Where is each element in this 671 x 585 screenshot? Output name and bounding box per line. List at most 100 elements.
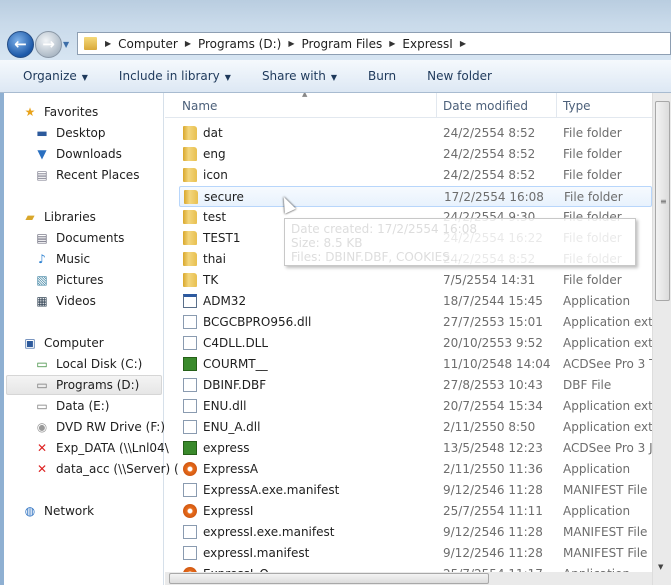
back-button[interactable]: ← [7,31,34,58]
nav-item[interactable]: ✕ Exp_DATA (\\Lnl04\ [34,438,169,458]
file-type: Application extension [563,399,652,413]
forward-button[interactable]: → [35,31,62,58]
forward-arrow-icon: → [42,35,55,53]
nav-label: Network [44,504,95,518]
address-bar[interactable]: ▶ Computer ▶ Programs (D:) ▶ Program Files… [77,32,671,55]
acdsee-icon [183,441,197,455]
file-row[interactable]: expressI.exe.manifest 9/12/2546 11:28 MANI… [179,522,652,543]
nav-item[interactable]: ▭ Data (E:) [34,396,109,416]
file-type: File folder [563,273,622,287]
breadcrumb-expressi[interactable]: ExpressI [402,37,452,51]
horizontal-scrollbar-thumb[interactable] [169,573,489,584]
recent-pages-dropdown[interactable]: ▼ [63,40,69,49]
column-name[interactable]: Name [182,99,217,113]
file-date: 18/7/2544 15:45 [443,294,543,308]
file-row[interactable]: eng 24/2/2554 8:52 File folder [179,144,652,165]
nav-label: Favorites [44,105,99,119]
organize-button[interactable]: Organize ▼ [23,69,88,83]
new-folder-button[interactable]: New folder [427,69,492,83]
file-row[interactable]: COURMT__ 11/10/2548 14:04 ACDSee Pro 3 TTF [179,354,652,375]
nav-item-label: Programs (D:) [56,378,140,392]
file-row[interactable]: express 13/5/2548 12:23 ACDSee Pro 3 JPG [179,438,652,459]
star-icon: ★ [24,105,36,119]
nav-item[interactable]: ◉ DVD RW Drive (F:) [34,417,165,437]
nav-item-label: Videos [56,294,96,308]
breadcrumb-programs-d[interactable]: Programs (D:) [198,37,281,51]
nav-network[interactable]: ◍ Network [22,501,94,521]
nav-favorites[interactable]: ★ Favorites [22,102,99,122]
nav-item[interactable]: ▦ Videos [34,291,96,311]
nav-item[interactable]: ▬ Desktop [34,123,105,143]
scroll-down-arrow-icon[interactable]: ▼ [658,563,663,571]
file-list: Name ▲ Date modified Type dat 24/2/2554 8… [165,93,652,585]
application-icon [183,294,197,308]
videos-icon: ▦ [36,294,48,308]
file-date: 24/2/2554 8:52 [443,168,536,182]
nav-item-label: data_acc (\\Server) ( [56,462,179,476]
file-row[interactable]: BCGCBPRO956.dll 27/7/2553 15:01 Applicatio… [179,312,652,333]
organize-label: Organize [23,69,77,83]
file-row[interactable]: ENU_A.dll 2/11/2550 8:50 Application exten… [179,417,652,438]
scrollbar-thumb[interactable]: ≡ [655,101,670,301]
nav-item[interactable]: ✕ data_acc (\\Server) ( [34,459,179,479]
horizontal-scrollbar[interactable] [165,572,652,585]
file-date: 27/8/2553 10:43 [443,378,543,392]
nav-item[interactable]: ♪ Music [34,249,90,269]
chevron-right-icon[interactable]: ▶ [105,39,111,48]
share-label: Share with [261,69,326,83]
file-type: Application [563,462,631,476]
include-in-library-button[interactable]: Include in library ▼ [119,69,231,83]
chevron-right-icon[interactable]: ▶ [460,39,466,48]
chevron-right-icon[interactable]: ▶ [288,39,294,48]
file-row[interactable]: expressI.manifest 9/12/2546 11:28 MANIFEST… [179,543,652,564]
file-row[interactable]: ExpressA.exe.manifest 9/12/2546 11:28 MANI… [179,480,652,501]
file-name: TK [203,273,219,287]
nav-item[interactable]: ▤ Documents [34,228,124,248]
file-name: DBINF.DBF [203,378,267,392]
nav-item-label: Pictures [56,273,104,287]
column-type[interactable]: Type [563,99,591,113]
file-name: ENU.dll [203,399,247,413]
file-name: eng [203,147,226,161]
nav-computer[interactable]: ▣ Computer [22,333,104,353]
file-row[interactable]: secure 17/2/2554 16:08 File folder [179,186,652,207]
application-icon [183,504,197,518]
pictures-icon: ▧ [36,273,48,287]
breadcrumb-computer[interactable]: Computer [118,37,178,51]
nav-item-label: Recent Places [56,168,140,182]
nav-item[interactable]: ▭ Programs (D:) [6,375,162,395]
file-type: MANIFEST File [563,525,648,539]
burn-button[interactable]: Burn [368,69,396,83]
file-row[interactable]: TK 7/5/2554 14:31 File folder [179,270,652,291]
breadcrumb-program-files[interactable]: Program Files [301,37,382,51]
command-bar: Organize ▼ Include in library ▼ Share with… [0,60,671,93]
file-row[interactable]: DBINF.DBF 27/8/2553 10:43 DBF File [179,375,652,396]
file-row[interactable]: ENU.dll 20/7/2554 15:34 Application extens… [179,396,652,417]
chevron-right-icon[interactable]: ▶ [389,39,395,48]
file-row[interactable]: ADM32 18/7/2544 15:45 Application [179,291,652,312]
libraries-icon: ▰ [25,210,35,224]
nav-item[interactable]: ▼ Downloads [34,144,122,164]
file-type: Application extension [563,315,652,329]
nav-libraries[interactable]: ▰ Libraries [22,207,95,227]
file-row[interactable]: ExpressA 2/11/2550 11:36 Application [179,459,652,480]
file-name: dat [203,126,223,140]
column-date-modified[interactable]: Date modified [443,99,528,113]
file-name: C4DLL.DLL [203,336,269,350]
nav-item[interactable]: ▭ Local Disk (C:) [34,354,142,374]
chevron-right-icon[interactable]: ▶ [185,39,191,48]
nav-label: Computer [44,336,104,350]
file-row[interactable]: icon 24/2/2554 8:52 File folder [179,165,652,186]
file-type: Application [563,504,631,518]
file-row[interactable]: ExpressI 25/7/2554 11:11 Application [179,501,652,522]
file-date: 11/10/2548 14:04 [443,357,551,371]
nav-item[interactable]: ▧ Pictures [34,270,104,290]
file-row[interactable]: C4DLL.DLL 20/10/2553 9:52 Application exte… [179,333,652,354]
file-row[interactable]: dat 24/2/2554 8:52 File folder [179,123,652,144]
vertical-scrollbar[interactable]: ≡ ▼ [652,93,671,585]
file-date: 9/12/2546 11:28 [443,525,543,539]
share-with-button[interactable]: Share with ▼ [262,69,337,83]
drive-icon: ▭ [36,399,48,413]
drive-icon: ▭ [36,378,48,392]
nav-item[interactable]: ▤ Recent Places [34,165,139,185]
